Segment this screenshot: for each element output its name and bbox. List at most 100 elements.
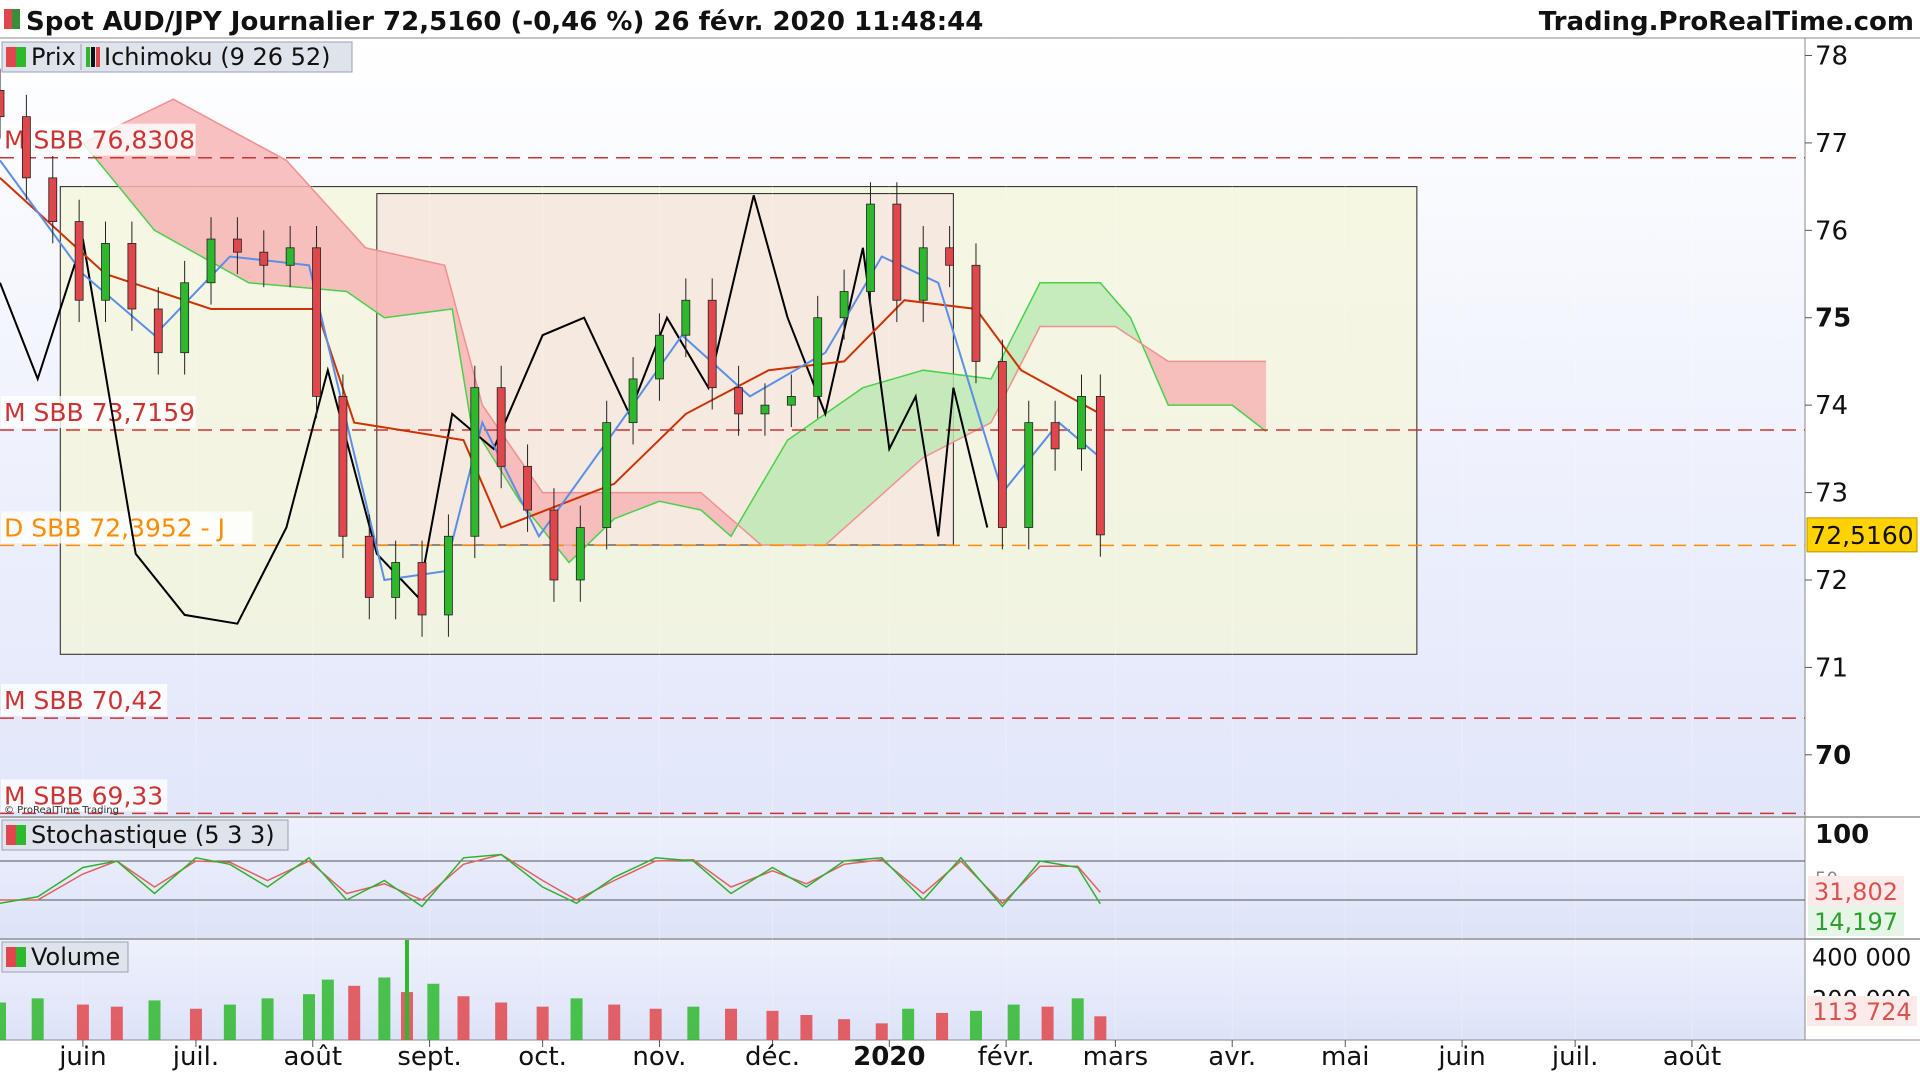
price-tick-label-6: 72	[1815, 566, 1848, 596]
candle-body-18	[470, 387, 480, 537]
candle-body-6	[153, 308, 163, 354]
candle-body-34	[892, 203, 902, 301]
price-legend[interactable]: Prix Ichimoku (9 26 52)	[1, 41, 353, 73]
candle-body-35	[918, 247, 928, 301]
volume-legend-icon	[6, 947, 26, 967]
stoch-d-value: 31,802	[1814, 878, 1898, 906]
month-label-8: févr.	[978, 1042, 1035, 1072]
volume-bar-16	[536, 1006, 549, 1040]
price-tick-label-7: 71	[1815, 653, 1848, 683]
volume-bar-15	[495, 1002, 508, 1040]
volume-bar-18	[608, 1004, 621, 1040]
price-tick-label-1: 77	[1815, 129, 1848, 159]
month-label-0: juin	[58, 1042, 106, 1072]
chart-title: Spot AUD/JPY Journalier 72,5160 (-0,46 %…	[26, 7, 983, 37]
candle-body-29	[760, 404, 770, 415]
sbb-level-label-1: M SBB 73,7159	[4, 398, 195, 427]
candle-body-28	[734, 387, 743, 415]
month-label-3: sept.	[397, 1042, 462, 1072]
price-tick-label-0: 78	[1815, 41, 1848, 71]
price-tick-label-4: 74	[1815, 391, 1848, 421]
price-tick-label-3: 75	[1815, 304, 1851, 334]
stochastic-legend[interactable]: Stochastique (5 3 3)	[1, 819, 289, 851]
volume-bar-4	[148, 1000, 161, 1040]
brand-name: Trading.ProRealTime.com	[1539, 7, 1914, 37]
price-tick-label-2: 76	[1815, 216, 1848, 246]
volume-bar-29	[1007, 1004, 1020, 1040]
volume-bar-30	[1041, 1006, 1054, 1040]
volume-bar-26	[902, 1008, 915, 1040]
candle-body-24	[628, 378, 638, 424]
sbb-level-label-3: M SBB 70,42	[4, 686, 163, 715]
candle-body-14	[364, 535, 374, 598]
candle-body-12	[312, 247, 321, 397]
stochastic-legend-label: Stochastique (5 3 3)	[31, 821, 275, 849]
candle-body-41	[1077, 396, 1086, 450]
stoch-k-value: 14,197	[1814, 908, 1898, 936]
candle-body-20	[523, 465, 532, 511]
month-label-10: avr.	[1208, 1042, 1256, 1072]
volume-bar-28	[969, 1010, 982, 1040]
volume-bar-24	[838, 1019, 851, 1040]
price-legend-label: Prix	[31, 43, 76, 71]
candle-body-11	[285, 247, 295, 266]
volume-bar-9	[321, 979, 334, 1040]
month-label-13: juil.	[1551, 1042, 1598, 1072]
stoch-tick-label-0: 100	[1815, 820, 1869, 850]
volume-bar-3	[110, 1006, 123, 1040]
volume-bar-23	[800, 1015, 813, 1040]
month-label-12: juin	[1437, 1042, 1485, 1072]
month-label-1: juil.	[172, 1042, 219, 1072]
candle-body-30	[786, 396, 796, 406]
volume-bar-0	[0, 1002, 6, 1040]
volume-bar-20	[687, 1006, 700, 1040]
volume-bar-10	[348, 985, 361, 1040]
volume-last-value: 113 724	[1812, 998, 1911, 1026]
price-tick-label-8: 70	[1815, 741, 1851, 771]
volume-bar-22	[766, 1010, 779, 1040]
current-price-label: 72,5160	[1810, 521, 1913, 550]
candle-body-16	[417, 562, 427, 616]
month-label-11: mai	[1321, 1042, 1369, 1072]
sbb-level-label-0: M SBB 76,8308	[4, 126, 195, 155]
ichimoku-legend-label: Ichimoku (9 26 52)	[104, 43, 331, 71]
candle-body-3	[74, 221, 84, 301]
copyright-text: © ProRealTime Trading	[4, 805, 119, 816]
volume-bar-27	[936, 1012, 949, 1040]
volume-bar-13	[427, 983, 440, 1040]
candle-body-8	[206, 238, 216, 284]
candle-body-33	[866, 203, 875, 292]
candle-body-37	[971, 264, 981, 362]
candle-body-19	[496, 387, 506, 467]
candle-body-27	[707, 299, 717, 389]
stochastic-legend-icon	[6, 825, 26, 845]
month-label-6: déc.	[745, 1042, 800, 1072]
month-label-9: mars	[1083, 1042, 1149, 1072]
candle-body-0	[0, 90, 5, 118]
candle-body-5	[127, 243, 137, 310]
candle-body-15	[391, 562, 401, 598]
volume-tick-label-0: 400 000	[1812, 944, 1911, 972]
ichimoku-legend-icon	[86, 47, 100, 67]
candle-body-23	[602, 422, 612, 528]
candle-body-42	[1095, 396, 1105, 536]
month-label-7: 2020	[853, 1042, 925, 1072]
candle-body-10	[259, 251, 269, 266]
candle-body-26	[681, 299, 691, 336]
volume-bar-32	[1094, 1016, 1107, 1040]
volume-bar-19	[649, 1008, 662, 1040]
month-label-5: nov.	[632, 1042, 686, 1072]
candle-body-31	[813, 317, 823, 397]
month-label-2: août	[284, 1042, 343, 1072]
candle-body-32	[839, 291, 849, 319]
candle-body-1	[21, 116, 31, 179]
candle-body-17	[444, 535, 453, 616]
volume-bar-6	[223, 1004, 236, 1040]
volume-peak-bar	[404, 940, 409, 1040]
volume-bar-11	[378, 977, 391, 1040]
candle-body-36	[945, 247, 955, 266]
candle-body-9	[233, 238, 242, 253]
candle-body-4	[101, 243, 110, 301]
volume-legend[interactable]: Volume	[1, 941, 129, 973]
candle-body-25	[655, 334, 664, 380]
